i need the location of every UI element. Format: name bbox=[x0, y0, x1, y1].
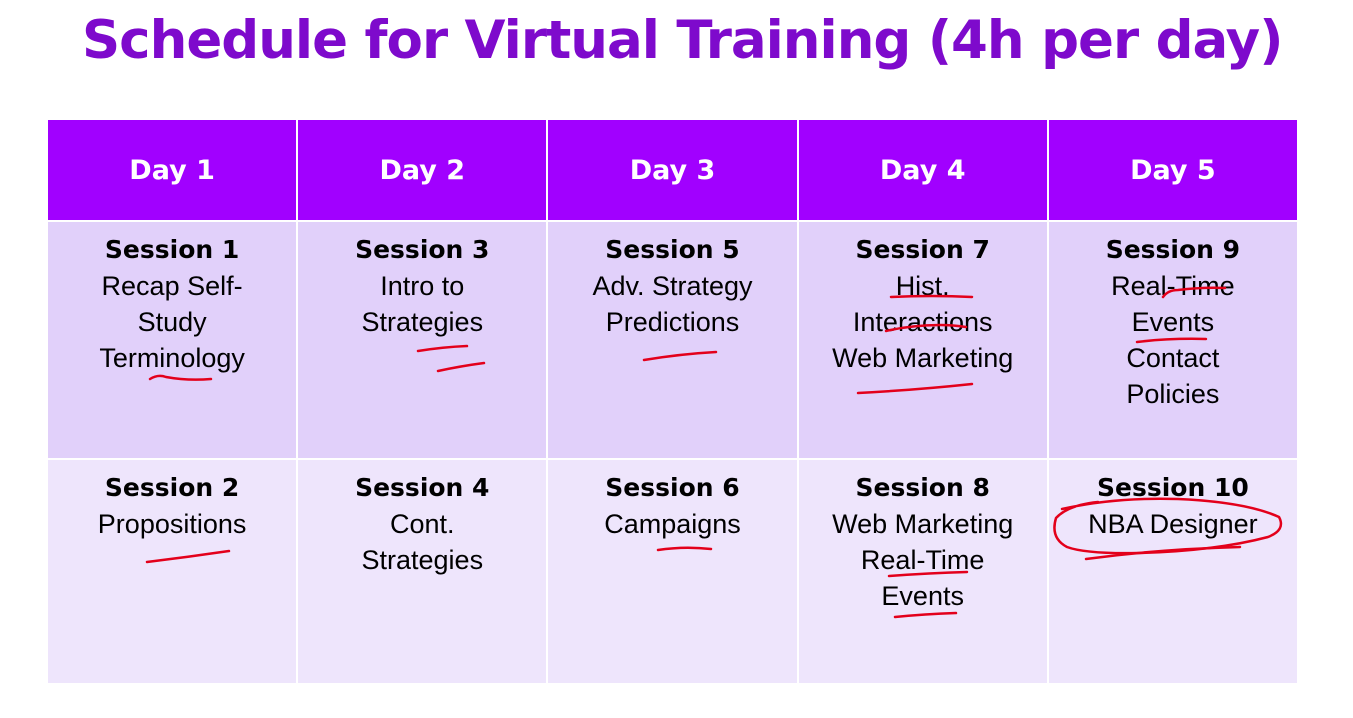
session-cell-7: Session 7 Hist. Interactions Web Marketi… bbox=[798, 222, 1047, 458]
session-topic: Recap Self- Study Terminology bbox=[99, 271, 245, 373]
session-title: Session 4 bbox=[355, 473, 490, 502]
session-cell-1: Session 1 Recap Self- Study Terminology bbox=[48, 222, 297, 458]
session-cell-5: Session 5 Adv. Strategy Predictions bbox=[548, 222, 797, 458]
session-cell-2: Session 2 Propositions bbox=[48, 460, 297, 683]
page-title: Schedule for Virtual Training (4h per da… bbox=[82, 10, 1283, 71]
session-topic: Adv. Strategy Predictions bbox=[592, 271, 753, 337]
day-header-3: Day 3 bbox=[548, 120, 797, 220]
session-title: Session 6 bbox=[605, 473, 740, 502]
session-title: Session 7 bbox=[855, 235, 990, 264]
session-title: Session 2 bbox=[104, 473, 240, 502]
day-header-1: Day 1 bbox=[48, 120, 297, 220]
session-topic: Real-Time Events Contact Policies bbox=[1111, 271, 1235, 409]
session-topic: Campaigns bbox=[604, 509, 741, 539]
day-header-4: Day 4 bbox=[798, 120, 1047, 220]
session-topic: Cont. Strategies bbox=[361, 509, 484, 575]
session-cell-10: Session 10 NBA Designer bbox=[1048, 460, 1297, 683]
session-cell-9: Session 9 Real-Time Events Contact Polic… bbox=[1048, 222, 1297, 458]
day-header-2: Day 2 bbox=[298, 120, 547, 220]
session-cell-4: Session 4 Cont. Strategies bbox=[298, 460, 547, 683]
session-title: Session 8 bbox=[855, 473, 990, 502]
session-title: Session 5 bbox=[605, 235, 740, 264]
session-title: Session 10 bbox=[1097, 473, 1249, 502]
schedule-table: Day 1 Day 2 Day 3 Day 4 Day 5 Session 1 … bbox=[48, 120, 1297, 683]
session-topic: Intro to Strategies bbox=[361, 271, 484, 337]
session-topic: NBA Designer bbox=[1088, 509, 1258, 539]
day-header-5: Day 5 bbox=[1048, 120, 1297, 220]
session-topic: Propositions bbox=[97, 509, 247, 539]
session-title: Session 9 bbox=[1105, 235, 1241, 264]
session-topic: Web Marketing Real-Time Events bbox=[832, 509, 1014, 611]
session-cell-8: Session 8 Web Marketing Real-Time Events bbox=[798, 460, 1047, 683]
session-cell-3: Session 3 Intro to Strategies bbox=[298, 222, 547, 458]
session-title: Session 1 bbox=[104, 235, 240, 264]
session-topic: Hist. Interactions Web Marketing bbox=[832, 271, 1014, 373]
session-cell-6: Session 6 Campaigns bbox=[548, 460, 797, 683]
session-title: Session 3 bbox=[355, 235, 490, 264]
